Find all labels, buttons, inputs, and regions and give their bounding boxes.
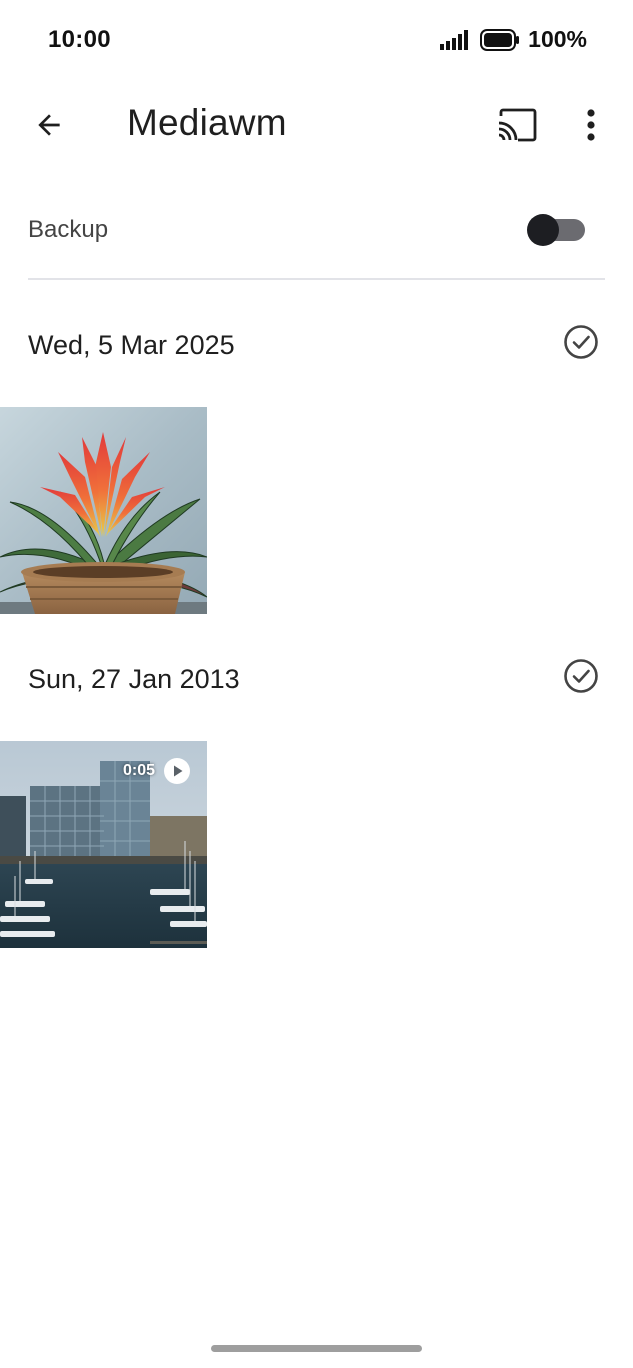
battery-percentage: 100% xyxy=(528,26,587,52)
back-button[interactable] xyxy=(24,100,74,150)
divider xyxy=(28,278,605,280)
date-section-header: Wed, 5 Mar 2025 xyxy=(28,322,605,372)
check-circle-icon xyxy=(564,659,598,693)
video-overlay: 0:05 xyxy=(123,757,191,785)
section-date: Wed, 5 Mar 2025 xyxy=(28,330,235,360)
backup-label: Backup xyxy=(28,216,109,243)
cast-button[interactable] xyxy=(492,100,542,150)
select-section-button[interactable] xyxy=(561,322,601,362)
more-options-button[interactable] xyxy=(566,100,616,150)
video-duration: 0:05 xyxy=(122,762,155,779)
status-time: 10:00 xyxy=(48,26,111,53)
signal-bars-icon xyxy=(440,29,469,50)
photo-thumbnail[interactable] xyxy=(0,407,207,614)
backup-toggle[interactable] xyxy=(527,214,587,246)
status-icons: 100% xyxy=(440,26,587,53)
status-bar: 10:00 100% xyxy=(0,0,633,80)
section-date: Sun, 27 Jan 2013 xyxy=(28,664,240,694)
date-section-header: Sun, 27 Jan 2013 xyxy=(28,656,605,706)
arrow-back-icon xyxy=(38,114,60,136)
select-section-button[interactable] xyxy=(561,656,601,696)
home-indicator[interactable] xyxy=(211,1345,422,1352)
battery-full-icon xyxy=(480,28,520,51)
toggle-thumb xyxy=(527,214,559,246)
app-bar: Mediawm xyxy=(0,90,633,160)
cast-icon xyxy=(498,108,537,142)
backup-row: Backup xyxy=(28,200,605,260)
play-circle-icon xyxy=(164,758,190,784)
video-thumbnail[interactable]: 0:05 xyxy=(0,741,207,948)
plant-photo-image xyxy=(0,407,207,614)
more-vert-icon xyxy=(587,109,595,141)
check-circle-icon xyxy=(564,325,598,359)
page-title: Mediawm xyxy=(127,102,287,143)
